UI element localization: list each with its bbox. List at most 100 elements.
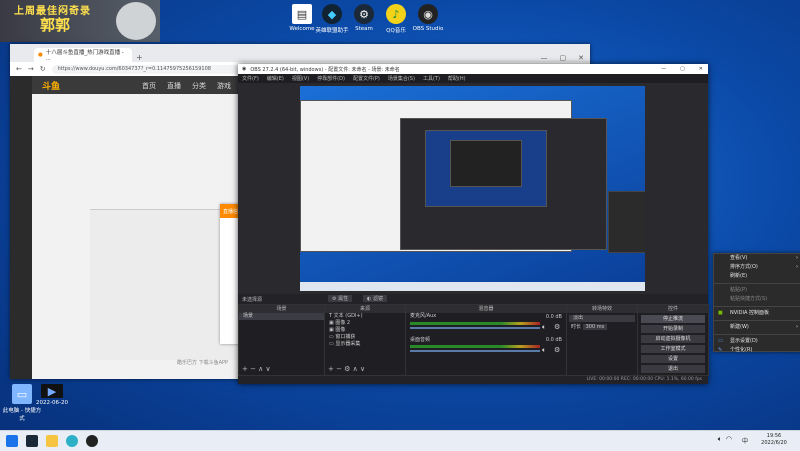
source-label: 图像 2 [335, 320, 351, 326]
volume-meter [410, 322, 540, 325]
close-icon[interactable]: ✕ [572, 54, 590, 62]
sources-title: 来源 [325, 305, 405, 313]
mixer-title: 混音器 [406, 305, 566, 313]
menu-view[interactable]: 视图(V) [292, 75, 309, 82]
studio-mode-button[interactable]: 工作室模式 [641, 345, 705, 353]
speaker-icon[interactable]: 🔈︎ [542, 323, 546, 332]
desktop-icon-obs[interactable]: ◉ OBS Studio [408, 4, 448, 32]
volume-slider[interactable] [410, 327, 540, 329]
transition-type: 淡出 [573, 315, 584, 321]
maximize-icon[interactable]: ▢ [554, 54, 573, 62]
start-recording-button[interactable]: 开始录制 [641, 325, 705, 333]
scenes-dock: 场景 场景 + − ∧ ∨ [238, 304, 325, 376]
menu-item-nvidia[interactable]: ■ NVIDIA 控制面板 [714, 309, 800, 318]
settings-button[interactable]: 设置 [641, 355, 705, 363]
steam-icon[interactable] [26, 435, 38, 447]
menu-help[interactable]: 帮助(H) [448, 75, 466, 82]
nav-live[interactable]: 直播 [167, 81, 181, 91]
menu-item-refresh[interactable]: 刷新(E) [714, 272, 800, 281]
browser-tab[interactable]: ● 十八届斗鱼直播_热门游戏直播 - ... [34, 48, 132, 62]
obs-menubar: 文件(F) 编辑(E) 视图(V) 停靠部件(D) 配置文件(P) 场景集合(S… [238, 74, 708, 83]
new-tab-button[interactable]: + [136, 53, 143, 62]
duration-label: 时长 [571, 324, 582, 330]
menu-scene-collection[interactable]: 场景集合(S) [388, 75, 415, 82]
menu-item-label: 显示设置(D) [730, 338, 758, 344]
menu-docks[interactable]: 停靠部件(D) [317, 75, 345, 82]
forward-icon[interactable]: → [28, 65, 34, 73]
source-item[interactable]: T 文本 (GDI+) [325, 313, 405, 320]
back-icon[interactable]: ← [16, 65, 22, 73]
source-item[interactable]: ▭ 窗口捕获 [325, 334, 405, 341]
nvidia-icon: ■ [718, 310, 723, 316]
mixer-db: 0.0 dB [545, 314, 562, 320]
desktop-icon-video[interactable]: ▶ 2022-06-20 [32, 384, 72, 406]
nav-category[interactable]: 分类 [192, 81, 206, 91]
desktop-icon-label: 2022-06-20 [36, 400, 68, 406]
chevron-right-icon: › [796, 255, 798, 261]
reload-icon[interactable]: ↻ [40, 65, 46, 73]
menu-item-paste-shortcut[interactable]: 粘贴快捷方式(S) [714, 295, 800, 304]
controls-title: 控件 [638, 305, 708, 313]
edge-icon[interactable] [66, 435, 78, 447]
minimize-icon[interactable]: — [535, 54, 554, 62]
scene-item[interactable]: 场景 [239, 313, 324, 320]
menu-edit[interactable]: 编辑(E) [267, 75, 284, 82]
filters-label: 滤镜 [372, 296, 383, 302]
source-item[interactable]: ▣ 图像 2 [325, 320, 405, 327]
transitions-dock: 转场特效 淡出 时长 300 ms [566, 304, 638, 376]
nav-home[interactable]: 首页 [142, 81, 156, 91]
desktop-icon-label: QQ音乐 [386, 28, 406, 34]
footer-text[interactable]: 酷乐巴方 下载斗鱼APP [177, 359, 228, 366]
filters-button[interactable]: ◐ 滤镜 [363, 295, 387, 302]
volume-icon[interactable]: 🔈︎ [718, 435, 722, 444]
clock[interactable]: 19:56 2022/6/20 [754, 433, 794, 447]
minimize-icon[interactable]: — [656, 66, 671, 72]
menu-item-label: 个性化(R) [730, 347, 753, 353]
menu-item-sort[interactable]: 排序方式(O) › [714, 263, 800, 272]
transition-select[interactable]: 淡出 [569, 315, 635, 322]
taskbar: 中 ◠ 🔈︎ 19:56 2022/6/20 [0, 430, 800, 451]
scene-toolbar: + − ∧ ∨ [242, 365, 271, 373]
menu-item-label: 粘贴(P) [730, 287, 747, 293]
gear-icon[interactable]: ⚙ [554, 346, 560, 354]
maximize-icon[interactable]: ▢ [675, 66, 690, 72]
file-explorer-icon[interactable] [46, 435, 58, 447]
duration-input[interactable]: 300 ms [582, 324, 608, 330]
tray-lang[interactable]: 中 [742, 436, 748, 445]
nav-game[interactable]: 游戏 [217, 81, 231, 91]
obs-icon: ◉ [418, 4, 438, 24]
desktop-icon-label: 此电脑 - 快捷方式 [2, 408, 42, 422]
stop-streaming-button[interactable]: 停止推流 [641, 315, 705, 323]
menu-profile[interactable]: 配置文件(P) [353, 75, 380, 82]
exit-button[interactable]: 退出 [641, 365, 705, 373]
volume-slider[interactable] [410, 350, 540, 352]
music-icon: ♪ [386, 4, 406, 24]
banner-name: 郭郭 [40, 16, 71, 34]
clock-time: 19:56 [766, 433, 782, 439]
close-icon[interactable]: ✕ [694, 66, 708, 72]
obs-preview[interactable] [300, 86, 645, 291]
gear-icon[interactable]: ⚙ [554, 323, 560, 331]
menu-file[interactable]: 文件(F) [242, 75, 259, 82]
source-item[interactable]: ▣ 图像 [325, 327, 405, 334]
wifi-icon[interactable]: ◠ [726, 435, 732, 443]
speaker-icon[interactable]: 🔈︎ [542, 346, 546, 355]
virtual-camera-button[interactable]: 启动虚拟摄像机 [641, 335, 705, 343]
menu-tools[interactable]: 工具(T) [423, 75, 440, 82]
desktop-icon-label: Welcome [289, 26, 315, 32]
desktop-context-menu: 查看(V) › 排序方式(O) › 刷新(E) 粘贴(P) 粘贴快捷方式(S) ■ N… [713, 253, 800, 355]
menu-item-paste[interactable]: 粘贴(P) [714, 286, 800, 295]
menu-item-new[interactable]: 新建(W) › [714, 323, 800, 332]
menu-item-view[interactable]: 查看(V) › [714, 254, 800, 263]
video-thumbnail-icon: ▶ [41, 384, 63, 398]
source-item[interactable]: ▭ 显示器采集 [325, 341, 405, 348]
menu-item-personalize[interactable]: ✎ 个性化(R) [714, 346, 800, 355]
properties-button[interactable]: ⚙ 属性 [328, 295, 353, 302]
obs-icon[interactable] [86, 435, 98, 447]
desktop-icon-label: Steam [355, 26, 373, 32]
menu-item-display-settings[interactable]: ▭ 显示设置(D) [714, 337, 800, 346]
obs-window[interactable]: ◉ OBS 27.2.4 (64-bit, windows) - 配置文件: 未… [238, 64, 709, 384]
document-icon: ▤ [292, 4, 312, 24]
windows-icon[interactable] [6, 435, 18, 447]
transitions-title: 转场特效 [567, 305, 637, 313]
